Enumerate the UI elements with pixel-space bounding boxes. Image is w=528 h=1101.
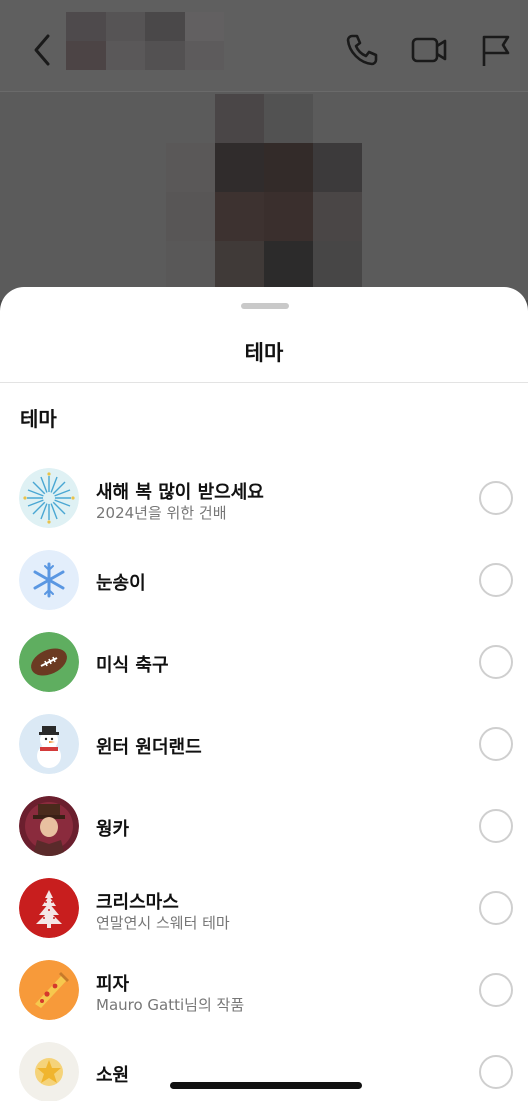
theme-subtitle: Mauro Gatti님의 작품 <box>96 996 245 1014</box>
theme-title: 크리스마스 <box>96 892 179 913</box>
contact-name-redacted <box>66 12 224 70</box>
theme-subtitle: 2024년을 위한 건배 <box>96 504 227 522</box>
flag-icon[interactable] <box>478 32 514 68</box>
video-camera-icon[interactable] <box>410 32 448 68</box>
football-icon <box>19 632 79 692</box>
theme-title: 새해 복 많이 받으세요 <box>96 482 264 503</box>
firework-icon <box>19 468 79 528</box>
theme-title: 피자 <box>96 974 130 995</box>
theme-bottom-sheet: 테마 테마 새해 복 많이 받으세요 2024년을 위한 건배 눈송이 미식 축… <box>0 287 528 1101</box>
theme-subtitle: 연말연시 스웨터 테마 <box>96 914 230 932</box>
wish-star-icon <box>19 1042 79 1101</box>
theme-row-new-year[interactable]: 새해 복 많이 받으세요 2024년을 위한 건배 <box>0 468 528 550</box>
chevron-left-icon[interactable] <box>28 32 56 68</box>
sheet-title: 테마 <box>244 341 284 365</box>
theme-radio[interactable] <box>479 1055 513 1089</box>
sheet-grabber[interactable] <box>241 303 289 309</box>
contact-avatar-redacted <box>166 94 362 290</box>
theme-title: 소원 <box>96 1065 130 1086</box>
snowflake-icon <box>19 550 79 610</box>
theme-row-winter-wonderland[interactable]: 윈터 원더랜드 <box>0 714 528 796</box>
section-label: 테마 <box>20 407 57 431</box>
theme-radio[interactable] <box>479 481 513 515</box>
theme-row-wish[interactable]: 소원 <box>0 1042 528 1101</box>
home-indicator <box>170 1082 362 1089</box>
theme-radio[interactable] <box>479 645 513 679</box>
theme-radio[interactable] <box>479 891 513 925</box>
snowman-icon <box>19 714 79 774</box>
theme-title: 웡카 <box>96 819 130 840</box>
theme-row-snowflake[interactable]: 눈송이 <box>0 550 528 632</box>
theme-radio[interactable] <box>479 973 513 1007</box>
theme-row-wonka[interactable]: 웡카 <box>0 796 528 878</box>
theme-row-christmas[interactable]: 크리스마스 연말연시 스웨터 테마 <box>0 878 528 960</box>
theme-title: 윈터 원더랜드 <box>96 737 202 758</box>
christmas-sweater-icon <box>19 878 79 938</box>
chat-header <box>0 0 528 92</box>
phone-icon[interactable] <box>344 32 380 68</box>
theme-title: 미식 축구 <box>96 655 169 676</box>
theme-radio[interactable] <box>479 563 513 597</box>
divider <box>0 382 528 383</box>
theme-row-pizza[interactable]: 피자 Mauro Gatti님의 작품 <box>0 960 528 1042</box>
theme-row-football[interactable]: 미식 축구 <box>0 632 528 714</box>
wonka-portrait-icon <box>19 796 79 856</box>
theme-radio[interactable] <box>479 809 513 843</box>
pizza-icon <box>19 960 79 1020</box>
theme-radio[interactable] <box>479 727 513 761</box>
theme-title: 눈송이 <box>96 573 146 594</box>
